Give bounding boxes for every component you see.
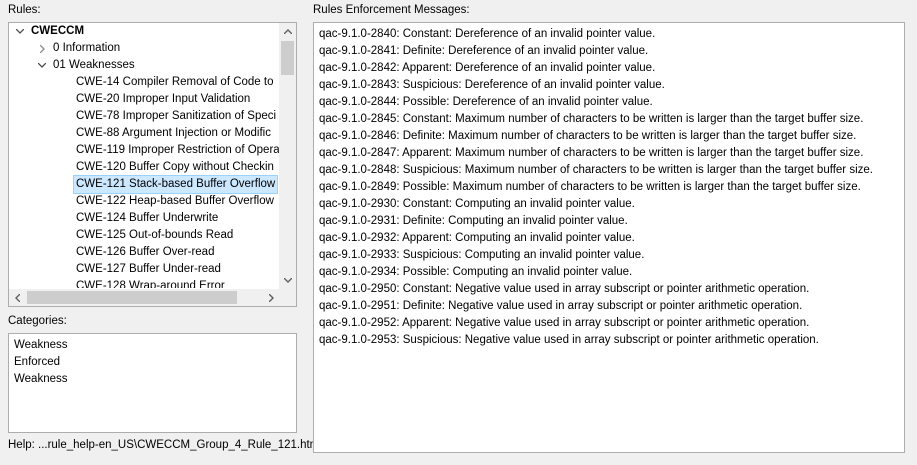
chevron-down-icon[interactable] — [37, 57, 47, 74]
categories-list[interactable]: Weakness Enforced Weakness — [8, 333, 297, 433]
messages-label: Rules Enforcement Messages: — [313, 4, 470, 16]
message-item[interactable]: qac-9.1.0-2846: Definite: Maximum number… — [319, 128, 899, 145]
tree-item-label: CWE-119 Improper Restriction of Opera — [76, 144, 280, 156]
scroll-left-arrow-icon[interactable] — [9, 289, 26, 306]
message-item[interactable]: qac-9.1.0-2930: Constant: Computing an i… — [319, 196, 899, 213]
tree-item-label: CWE-127 Buffer Under-read — [76, 263, 221, 275]
message-item[interactable]: qac-9.1.0-2848: Suspicious: Maximum numb… — [319, 162, 899, 179]
message-item[interactable]: qac-9.1.0-2931: Definite: Computing an i… — [319, 213, 899, 230]
scroll-up-arrow-icon[interactable] — [279, 23, 296, 40]
messages-list[interactable]: qac-9.1.0-2840: Constant: Dereference of… — [313, 22, 905, 453]
scroll-down-arrow-icon[interactable] — [279, 272, 296, 289]
category-item[interactable]: Weakness — [14, 337, 291, 354]
rules-label: Rules: — [8, 4, 41, 16]
tree-vertical-scroll-thumb[interactable] — [281, 41, 294, 75]
message-item[interactable]: qac-9.1.0-2932: Apparent: Computing an i… — [319, 230, 899, 247]
help-label: Help: — [8, 439, 35, 451]
message-item[interactable]: qac-9.1.0-2845: Constant: Maximum number… — [319, 111, 899, 128]
message-item[interactable]: qac-9.1.0-2953: Suspicious: Negative val… — [319, 332, 899, 349]
category-item[interactable]: Enforced — [14, 354, 291, 371]
tree-item-label: CWE-122 Heap-based Buffer Overflow — [76, 195, 274, 207]
message-item[interactable]: qac-9.1.0-2933: Suspicious: Computing an… — [319, 247, 899, 264]
tree-item-label: CWE-125 Out-of-bounds Read — [76, 229, 234, 241]
message-item[interactable]: qac-9.1.0-2950: Constant: Negative value… — [319, 281, 899, 298]
rules-tree-content: CWECCM 0 Information 01 Weaknesses CWE-14 C… — [9, 23, 280, 288]
scrollbar-corner — [279, 289, 296, 306]
message-item[interactable]: qac-9.1.0-2843: Suspicious: Dereference … — [319, 77, 899, 94]
message-item[interactable]: qac-9.1.0-2951: Definite: Negative value… — [319, 298, 899, 315]
tree-horizontal-scroll-thumb[interactable] — [27, 291, 237, 304]
tree-item-label: CWE-121 Stack-based Buffer Overflow — [72, 175, 279, 194]
message-item[interactable]: qac-9.1.0-2842: Apparent: Dereference of… — [319, 60, 899, 77]
tree-item-label: CWE-120 Buffer Copy without Checkin — [76, 161, 274, 173]
message-item[interactable]: qac-9.1.0-2844: Possible: Dereference of… — [319, 94, 899, 111]
tree-item-label: 01 Weaknesses — [53, 59, 135, 71]
tree-item-label: 0 Information — [53, 42, 121, 54]
tree-item-label: CWE-88 Argument Injection or Modific — [76, 127, 271, 139]
chevron-right-icon[interactable] — [37, 40, 47, 57]
message-item[interactable]: qac-9.1.0-2849: Possible: Maximum number… — [319, 179, 899, 196]
message-item[interactable]: qac-9.1.0-2841: Definite: Dereference of… — [319, 43, 899, 60]
chevron-down-icon[interactable] — [15, 23, 25, 40]
tree-item-label: CWE-128 Wrap-around Error — [76, 280, 225, 288]
tree-item-label: CWE-124 Buffer Underwrite — [76, 212, 219, 224]
tree-item-label: CWE-78 Improper Sanitization of Speci — [76, 110, 277, 122]
category-item[interactable]: Weakness — [14, 371, 291, 388]
message-item[interactable]: qac-9.1.0-2847: Apparent: Maximum number… — [319, 145, 899, 162]
tree-item-label: CWE-20 Improper Input Validation — [76, 93, 251, 105]
tree-vertical-scrollbar[interactable] — [279, 23, 296, 289]
tree-item-label: CWE-14 Compiler Removal of Code to — [76, 76, 274, 88]
categories-label: Categories: — [8, 315, 67, 327]
rules-tree[interactable]: CWECCM 0 Information 01 Weaknesses CWE-14 C… — [8, 22, 297, 307]
message-item[interactable]: qac-9.1.0-2840: Constant: Dereference of… — [319, 26, 899, 43]
message-item[interactable]: qac-9.1.0-2934: Possible: Computing an i… — [319, 264, 899, 281]
tree-horizontal-scrollbar[interactable] — [9, 289, 280, 306]
help-path: ...rule_help-en_US\CWECCM_Group_4_Rule_1… — [38, 439, 322, 451]
message-item[interactable]: qac-9.1.0-2952: Apparent: Negative value… — [319, 315, 899, 332]
scroll-right-arrow-icon[interactable] — [263, 289, 280, 306]
tree-item-label: CWE-126 Buffer Over-read — [76, 246, 215, 258]
tree-item-label: CWECCM — [31, 25, 85, 37]
